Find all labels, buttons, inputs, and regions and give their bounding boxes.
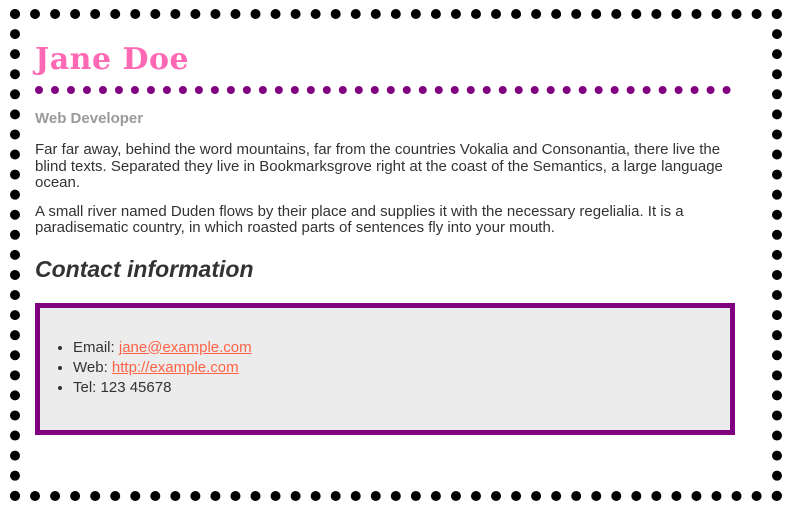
contact-heading: Contact information <box>35 255 254 282</box>
contact-list: Email: jane@example.com Web: http://exam… <box>40 338 730 398</box>
profile-content: Jane Doe Web Developer Far far away, beh… <box>35 42 745 435</box>
contact-item-email: Email: jane@example.com <box>73 338 730 358</box>
contact-item-web: Web: http://example.com <box>73 358 730 378</box>
web-label: Web: <box>73 358 108 376</box>
profile-name: Jane Doe <box>35 42 731 94</box>
web-link[interactable]: http://example.com <box>112 359 239 376</box>
bio-paragraph-2: A small river named Duden flows by their… <box>35 202 684 236</box>
tel-value: 123 45678 <box>100 378 172 396</box>
contact-item-tel: Tel: 123 45678 <box>73 378 730 398</box>
contact-box: Email: jane@example.com Web: http://exam… <box>35 302 735 435</box>
email-label: Email: <box>73 338 115 356</box>
profile-role: Web Developer <box>35 110 144 127</box>
email-link[interactable]: jane@example.com <box>119 339 252 356</box>
tel-label: Tel: <box>73 378 97 396</box>
bio-paragraph-1: Far far away, behind the word mountains,… <box>35 141 723 191</box>
